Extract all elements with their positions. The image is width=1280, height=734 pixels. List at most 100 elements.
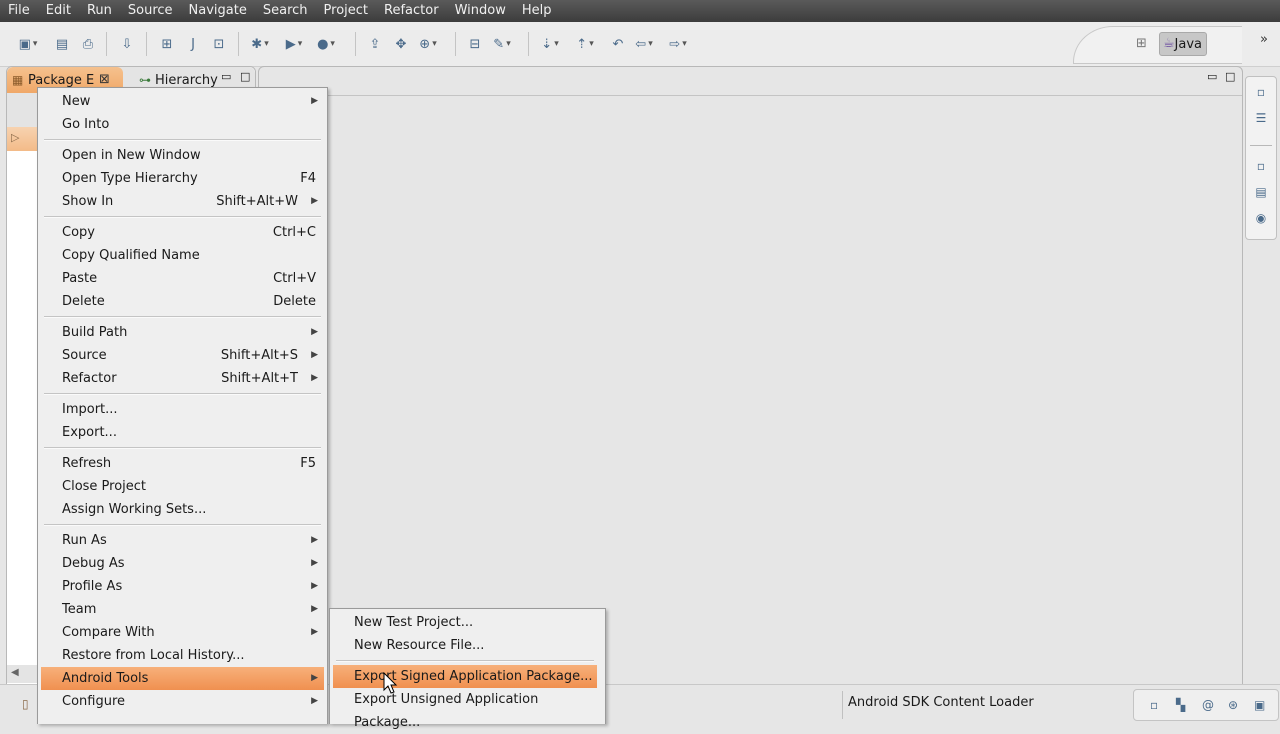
menu-item-label: Profile As — [62, 579, 123, 594]
submenu-arrow-icon: ▶ — [311, 558, 318, 568]
open-type-icon[interactable]: ⇪ — [365, 34, 385, 54]
scroll-left-icon[interactable]: ◀ — [11, 667, 19, 678]
new-wizard-icon[interactable]: ▣ — [18, 34, 38, 54]
menu-item-profile-as[interactable]: Profile As ▶ — [41, 575, 324, 598]
minimize-icon[interactable]: ▭ — [221, 70, 231, 83]
menu-item-run-as[interactable]: Run As ▶ — [41, 529, 324, 552]
expand-arrow-icon[interactable]: ▷ — [11, 131, 19, 144]
external-tools-icon[interactable]: ● — [316, 34, 336, 54]
new-xml-icon[interactable]: ⊡ — [209, 34, 229, 54]
menu-item-new-resource-file[interactable]: New Resource File... — [333, 634, 597, 657]
last-edit-icon[interactable]: ↶ — [608, 34, 628, 54]
menu-item-compare-with[interactable]: Compare With ▶ — [41, 621, 324, 644]
restore-icon[interactable]: ▫ — [1254, 159, 1268, 173]
menu-item-team[interactable]: Team ▶ — [41, 598, 324, 621]
debug-icon[interactable]: ✱ — [250, 34, 270, 54]
menu-item-debug-as[interactable]: Debug As ▶ — [41, 552, 324, 575]
menu-edit[interactable]: Edit — [38, 0, 79, 22]
menu-item-refresh[interactable]: Refresh F5 — [41, 452, 324, 475]
open-perspective-icon[interactable]: ⊞ — [1136, 36, 1147, 51]
menu-item-source[interactable]: Source Shift+Alt+S ▶ — [41, 344, 324, 367]
menu-item-restore-from-local-history[interactable]: Restore from Local History... — [41, 644, 324, 667]
javadoc-icon[interactable]: @ — [1202, 698, 1214, 712]
menu-item-delete[interactable]: Delete Delete — [41, 290, 324, 313]
download-icon[interactable]: ⇩ — [117, 34, 137, 54]
restore-icon[interactable]: ▫ — [1254, 85, 1268, 99]
outline-icon[interactable]: ☰ — [1254, 111, 1268, 125]
menu-item-close-project[interactable]: Close Project — [41, 475, 324, 498]
submenu-arrow-icon: ▶ — [311, 96, 318, 106]
menu-file[interactable]: File — [0, 0, 38, 22]
menu-item-copy[interactable]: Copy Ctrl+C — [41, 221, 324, 244]
menu-item-import[interactable]: Import... — [41, 398, 324, 421]
restore-icon[interactable]: ▫ — [1150, 698, 1158, 712]
search-tool-icon[interactable]: ✎ — [492, 34, 512, 54]
open-folder-icon[interactable]: ⊟ — [465, 34, 485, 54]
submenu-arrow-icon: ▶ — [311, 373, 318, 383]
menu-item-refactor[interactable]: Refactor Shift+Alt+T ▶ — [41, 367, 324, 390]
menu-item-export-unsigned-application-package[interactable]: Export Unsigned Application Package... — [333, 688, 597, 730]
new-package-icon[interactable]: ⊕ — [418, 34, 438, 54]
submenu-arrow-icon: ▶ — [311, 350, 318, 360]
java-perspective-button[interactable]: ☕ Java — [1159, 32, 1207, 56]
forward-icon[interactable]: ⇨ — [668, 34, 688, 54]
close-icon[interactable]: ⊠ — [99, 72, 110, 87]
menu-project[interactable]: Project — [316, 0, 376, 22]
menu-item-show-in[interactable]: Show In Shift+Alt+W ▶ — [41, 190, 324, 213]
menu-search[interactable]: Search — [255, 0, 316, 22]
menu-run[interactable]: Run — [79, 0, 120, 22]
menu-item-label: Android Tools — [62, 671, 149, 686]
new-class-icon[interactable]: ✥ — [391, 34, 411, 54]
prev-annotation-icon[interactable]: ⇡ — [575, 34, 595, 54]
menu-item-label: Go Into — [62, 117, 110, 132]
menu-item-go-into[interactable]: Go Into — [41, 113, 324, 136]
menu-item-label: Open in New Window — [62, 148, 201, 163]
menu-source[interactable]: Source — [120, 0, 181, 22]
fast-view-icon[interactable]: ▯ — [22, 697, 29, 711]
console-icon[interactable]: ▣ — [1254, 698, 1265, 712]
editor-area: ▭ □ — [258, 66, 1243, 686]
maximize-icon[interactable]: □ — [240, 70, 250, 83]
menu-navigate[interactable]: Navigate — [181, 0, 255, 22]
menu-help[interactable]: Help — [514, 0, 560, 22]
menu-refactor[interactable]: Refactor — [376, 0, 447, 22]
menu-item-label: Run As — [62, 533, 107, 548]
print-icon[interactable]: ⎙ — [78, 34, 98, 54]
menu-item-new-test-project[interactable]: New Test Project... — [333, 611, 597, 634]
maximize-icon[interactable]: □ — [1225, 70, 1235, 83]
back-icon[interactable]: ⇦ — [634, 34, 654, 54]
new-junit-icon[interactable]: J — [183, 34, 203, 54]
menu-item-open-in-new-window[interactable]: Open in New Window — [41, 144, 324, 167]
menu-item-assign-working-sets[interactable]: Assign Working Sets... — [41, 498, 324, 521]
menu-item-copy-qualified-name[interactable]: Copy Qualified Name — [41, 244, 324, 267]
menu-item-build-path[interactable]: Build Path ▶ — [41, 321, 324, 344]
menu-bar: File Edit Run Source Navigate Search Project Re… — [0, 0, 1280, 22]
menu-item-label: New Test Project... — [354, 615, 474, 630]
menu-item-label: Paste — [62, 271, 98, 286]
menu-separator — [44, 139, 321, 141]
minimize-icon[interactable]: ▭ — [1207, 70, 1217, 83]
menu-item-android-tools[interactable]: Android Tools ▶ — [41, 667, 324, 690]
next-annotation-icon[interactable]: ⇣ — [540, 34, 560, 54]
declaration-icon[interactable]: ⊛ — [1228, 698, 1238, 712]
submenu-arrow-icon: ▶ — [311, 327, 318, 337]
menu-item-label: Refresh — [62, 456, 112, 471]
menu-window[interactable]: Window — [447, 0, 514, 22]
menu-item-export[interactable]: Export... — [41, 421, 324, 444]
menu-item-open-type-hierarchy[interactable]: Open Type Hierarchy F4 — [41, 167, 324, 190]
save-icon[interactable]: ▤ — [52, 34, 72, 54]
logcat-icon[interactable]: ▚ — [1176, 698, 1185, 712]
menu-item-configure[interactable]: Configure ▶ — [41, 690, 324, 713]
run-icon[interactable]: ▶ — [284, 34, 304, 54]
menu-item-shortcut: F5 — [300, 456, 316, 471]
menu-item-export-signed-application-package[interactable]: Export Signed Application Package... — [333, 665, 597, 688]
device-icon[interactable]: ◉ — [1254, 211, 1268, 225]
tab-hierarchy[interactable]: ⊶ Hierarchy — [139, 73, 218, 88]
menu-item-paste[interactable]: Paste Ctrl+V — [41, 267, 324, 290]
new-android-project-icon[interactable]: ⊞ — [157, 34, 177, 54]
chevron-right-icon[interactable]: » — [1260, 32, 1268, 47]
menu-item-label: Open Type Hierarchy — [62, 171, 198, 186]
package-explorer-icon: ▦ — [12, 73, 24, 87]
menu-item-new[interactable]: New ▶ — [41, 90, 324, 113]
task-list-icon[interactable]: ▤ — [1254, 185, 1268, 199]
